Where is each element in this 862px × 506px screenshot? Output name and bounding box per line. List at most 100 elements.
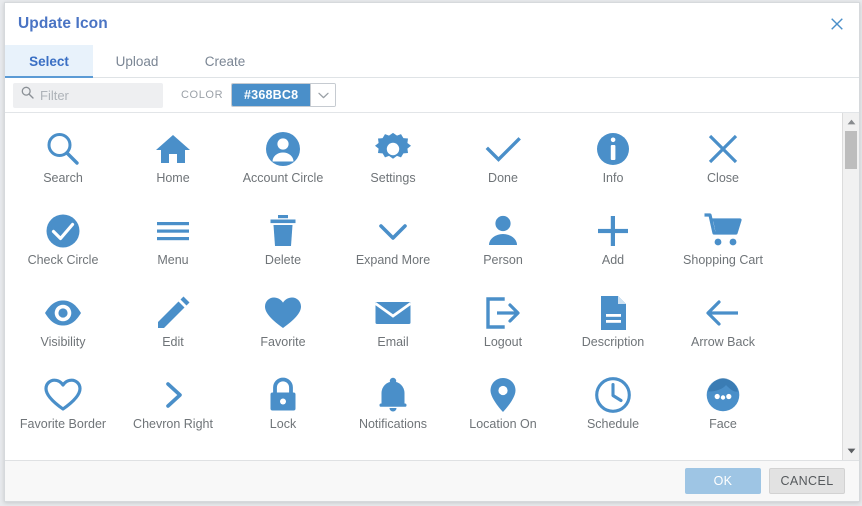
icon-grid[interactable]: Search Home Account Circle Settings DoneInfo…	[5, 113, 842, 460]
search-icon	[21, 86, 40, 104]
icon-cell-done[interactable]: Done	[448, 121, 558, 203]
icon-cell-favorite[interactable]: Favorite	[228, 285, 338, 367]
color-picker[interactable]: #368BC8	[231, 83, 336, 107]
icon-cell-partial-g[interactable]	[668, 449, 778, 460]
icon-cell-visibility[interactable]: Visibility	[8, 285, 118, 367]
icon-label: Chevron Right	[133, 417, 213, 431]
icon-label: Shopping Cart	[683, 253, 763, 267]
icon-cell-add[interactable]: Add	[558, 203, 668, 285]
update-icon-dialog: Update Icon Select Upload Create F	[4, 2, 860, 502]
search-input[interactable]: Filter	[13, 83, 163, 108]
triangle-down-icon[interactable]	[843, 444, 859, 458]
icon-browser: Search Home Account Circle Settings DoneInfo…	[5, 113, 859, 460]
icon-cell-delete[interactable]: Delete	[228, 203, 338, 285]
icon-label: Schedule	[587, 417, 639, 431]
tab-select[interactable]: Select	[5, 45, 93, 77]
icon-cell-chevron-right[interactable]: Chevron Right	[118, 367, 228, 449]
icon-cell-email[interactable]: Email	[338, 285, 448, 367]
face-icon	[703, 367, 743, 417]
icon-label: Close	[707, 171, 739, 185]
icon-cell-info[interactable]: Info	[558, 121, 668, 203]
add-icon	[593, 203, 633, 253]
icon-cell-description[interactable]: Description	[558, 285, 668, 367]
arrow-back-icon	[703, 285, 743, 335]
close-icon[interactable]	[828, 15, 846, 33]
icon-label: Home	[156, 171, 189, 185]
icon-cell-expand-more[interactable]: Expand More	[338, 203, 448, 285]
vertical-scrollbar[interactable]	[842, 113, 859, 460]
icon-label: Search	[43, 171, 83, 185]
icon-cell-settings[interactable]: Settings	[338, 121, 448, 203]
icon-cell-person[interactable]: Person	[448, 203, 558, 285]
color-swatch-value: #368BC8	[232, 84, 310, 106]
icon-cell-partial-b[interactable]	[118, 449, 228, 460]
lock-icon	[263, 367, 303, 417]
icon-cell-edit[interactable]: Edit	[118, 285, 228, 367]
chevron-down-icon[interactable]	[310, 84, 335, 106]
shopping-cart-icon	[703, 203, 743, 253]
tab-upload[interactable]: Upload	[93, 45, 181, 77]
icon-label: Settings	[370, 171, 415, 185]
icon-cell-partial-d[interactable]	[338, 449, 448, 460]
tab-create[interactable]: Create	[181, 45, 269, 77]
triangle-up-icon[interactable]	[843, 115, 859, 129]
close-icon	[703, 121, 743, 171]
partial-a-icon	[43, 449, 83, 460]
icon-cell-schedule[interactable]: Schedule	[558, 367, 668, 449]
partial-d-icon	[373, 449, 413, 460]
partial-f-icon	[593, 449, 633, 460]
description-icon	[593, 285, 633, 335]
page-title: Update Icon	[18, 15, 108, 33]
logout-icon	[483, 285, 523, 335]
favorite-icon	[263, 285, 303, 335]
icon-cell-close[interactable]: Close	[668, 121, 778, 203]
icon-cell-partial-e[interactable]	[448, 449, 558, 460]
edit-icon	[153, 285, 193, 335]
icon-label: Face	[709, 417, 737, 431]
icon-cell-partial-a[interactable]	[8, 449, 118, 460]
cancel-button[interactable]: CANCEL	[769, 468, 845, 494]
icon-cell-menu[interactable]: Menu	[118, 203, 228, 285]
icon-cell-logout[interactable]: Logout	[448, 285, 558, 367]
icon-cell-location-on[interactable]: Location On	[448, 367, 558, 449]
icon-label: Email	[377, 335, 408, 349]
done-icon	[483, 121, 523, 171]
icon-label: Check Circle	[28, 253, 99, 267]
icon-cell-partial-c[interactable]	[228, 449, 338, 460]
color-label: COLOR	[181, 89, 223, 101]
partial-c-icon	[263, 449, 303, 460]
location-on-icon	[483, 367, 523, 417]
icon-cell-home[interactable]: Home	[118, 121, 228, 203]
icon-cell-check-circle[interactable]: Check Circle	[8, 203, 118, 285]
email-icon	[373, 285, 413, 335]
icon-cell-search[interactable]: Search	[8, 121, 118, 203]
icon-cell-lock[interactable]: Lock	[228, 367, 338, 449]
icon-cell-notifications[interactable]: Notifications	[338, 367, 448, 449]
home-icon	[153, 121, 193, 171]
notifications-icon	[373, 367, 413, 417]
person-icon	[483, 203, 523, 253]
icon-cell-shopping-cart[interactable]: Shopping Cart	[668, 203, 778, 285]
scroll-thumb[interactable]	[845, 131, 857, 169]
dialog-tabs: Select Upload Create	[5, 45, 859, 78]
visibility-icon	[43, 285, 83, 335]
icon-cell-partial-f[interactable]	[558, 449, 668, 460]
icon-label: Delete	[265, 253, 301, 267]
tab-create-label: Create	[205, 54, 246, 69]
icon-label: Menu	[157, 253, 188, 267]
partial-g-icon	[703, 449, 743, 460]
icon-cell-favorite-border[interactable]: Favorite Border	[8, 367, 118, 449]
icon-label: Edit	[162, 335, 184, 349]
icon-cell-account-circle[interactable]: Account Circle	[228, 121, 338, 203]
account-circle-icon	[263, 121, 303, 171]
icon-cell-face[interactable]: Face	[668, 367, 778, 449]
icon-label: Arrow Back	[691, 335, 755, 349]
ok-button[interactable]: OK	[685, 468, 761, 494]
expand-more-icon	[373, 203, 413, 253]
schedule-icon	[593, 367, 633, 417]
icon-label: Description	[582, 335, 645, 349]
icon-cell-arrow-back[interactable]: Arrow Back	[668, 285, 778, 367]
icon-label: Lock	[270, 417, 296, 431]
dialog-titlebar: Update Icon	[5, 3, 859, 45]
dialog-footer: OK CANCEL	[5, 460, 859, 501]
